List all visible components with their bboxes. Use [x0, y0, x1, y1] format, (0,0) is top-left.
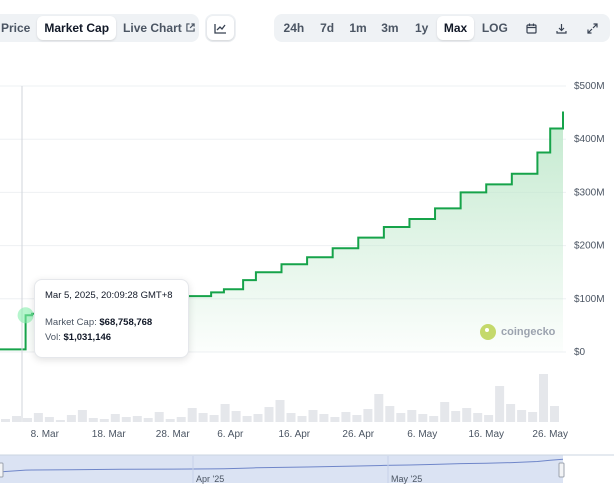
navigator-right-handle[interactable] [558, 462, 565, 478]
volume-bar [231, 411, 241, 422]
x-tick-label: 18. Mar [92, 429, 127, 440]
volume-bar [407, 410, 417, 422]
volume-bar [319, 414, 329, 422]
watermark-text: coingecko [501, 326, 556, 338]
volume-bar [451, 411, 461, 422]
volume-bar [110, 414, 120, 422]
x-tick-label: 6. May [407, 429, 437, 440]
volume-bar [506, 404, 516, 422]
volume-bar [77, 410, 87, 422]
volume-bar [550, 406, 559, 422]
volume-bar [242, 416, 252, 422]
volume-bar [44, 417, 54, 422]
tooltip-vol-label: Vol: [45, 332, 61, 343]
volume-bar [264, 407, 274, 422]
volume-bar [176, 417, 186, 422]
volume-bar [55, 420, 65, 422]
navigator-label-may: May '25 [391, 474, 422, 484]
volume-bar [66, 415, 76, 422]
volume-bar [187, 408, 197, 422]
volume-bar [12, 416, 21, 422]
volume-bar [308, 410, 318, 422]
x-axis: 8. Mar 18. Mar 28. Mar 6. Apr 16. Apr 26. Apr… [31, 429, 568, 440]
navigator-label-apr: Apr '25 [196, 474, 224, 484]
x-tick-label: 26. Apr [342, 429, 374, 440]
volume-bar [330, 417, 340, 422]
tooltip-market-cap-value: $68,758,768 [99, 317, 153, 328]
range-navigator[interactable]: Apr '25 May '25 [0, 454, 614, 484]
tooltip-date: Mar 5, 2025, 20:09:28 GMT+8 [45, 290, 173, 301]
volume-bar [297, 416, 307, 422]
x-tick-label: 16. Apr [278, 429, 310, 440]
volume-bar [385, 406, 395, 422]
volume-bar [539, 374, 548, 422]
x-tick-label: 16. May [468, 429, 504, 440]
volume-bar [517, 410, 527, 422]
volume-bar [363, 409, 373, 422]
volume-bar [528, 412, 538, 422]
volume-bar [23, 418, 32, 422]
market-cap-chart[interactable]: $500M $400M $300M $200M $100M $0 8. Mar 18. Ma… [0, 0, 614, 485]
volume-bar [165, 419, 175, 422]
volume-bar [473, 413, 483, 422]
volume-bar [484, 415, 494, 422]
volume-bar [275, 400, 285, 422]
coingecko-logo-icon [480, 324, 496, 340]
navigator-window[interactable] [0, 455, 563, 483]
volume-bar [220, 404, 230, 422]
coingecko-watermark: coingecko [480, 324, 555, 340]
volume-bar [495, 386, 505, 422]
tooltip-vol-value: $1,031,146 [63, 332, 112, 343]
x-tick-label: 28. Mar [156, 429, 191, 440]
volume-bars [1, 374, 559, 422]
volume-bar [418, 414, 428, 422]
volume-bar [253, 414, 263, 422]
y-tick-label: $100M [574, 294, 605, 305]
x-tick-label: 26. May [532, 429, 568, 440]
volume-bar [88, 418, 98, 422]
tooltip-market-cap: Market Cap: $68,758,768 [45, 315, 178, 330]
hover-point [17, 307, 34, 324]
tooltip-volume: Vol: $1,031,146 [45, 330, 178, 345]
volume-bar [440, 402, 450, 422]
volume-bar [143, 418, 153, 422]
tooltip-market-cap-label: Market Cap: [45, 317, 97, 328]
volume-bar [286, 413, 296, 422]
volume-bar [462, 408, 472, 422]
volume-bar [198, 413, 208, 422]
volume-bar [1, 419, 10, 422]
navigator-left-handle[interactable] [0, 462, 4, 478]
volume-bar [121, 417, 131, 422]
volume-bar [99, 419, 109, 422]
volume-bar [132, 416, 142, 422]
y-tick-label: $400M [574, 134, 605, 145]
volume-bar [396, 413, 406, 422]
volume-bar [352, 415, 362, 422]
volume-bar [374, 394, 384, 422]
volume-bar [154, 412, 164, 422]
volume-bar [429, 416, 439, 422]
x-tick-label: 6. Apr [217, 429, 244, 440]
x-tick-label: 8. Mar [31, 429, 60, 440]
volume-bar [209, 415, 219, 422]
y-tick-label: $300M [574, 187, 605, 198]
y-tick-label: $500M [574, 81, 605, 92]
y-tick-label: $0 [574, 347, 586, 358]
volume-bar [33, 413, 43, 422]
volume-bar [341, 412, 351, 422]
chart-tooltip: Mar 5, 2025, 20:09:28 GMT+8 Market Cap: … [34, 279, 189, 358]
y-axis: $500M $400M $300M $200M $100M $0 [574, 81, 605, 358]
y-tick-label: $200M [574, 241, 605, 252]
